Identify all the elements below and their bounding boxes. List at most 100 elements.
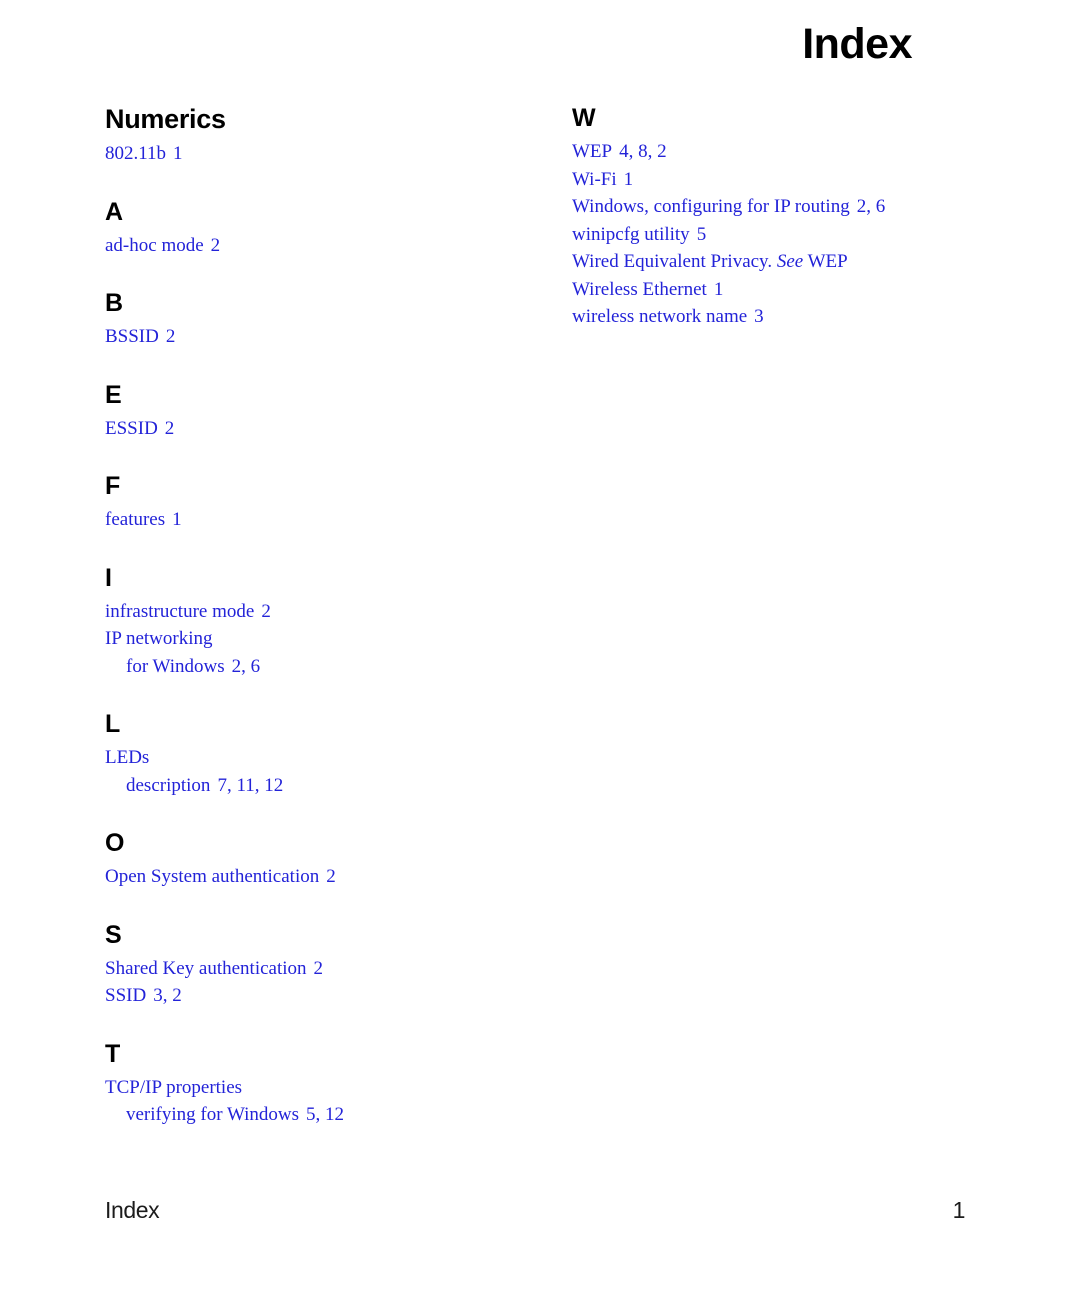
index-entry[interactable]: Windows, configuring for IP routing 2, 6 bbox=[572, 193, 992, 221]
index-entry-list: 802.11b 1 bbox=[105, 140, 525, 168]
index-entry[interactable]: infrastructure mode 2 bbox=[105, 598, 525, 626]
index-entry-list: Shared Key authentication 2 SSID 3, 2 bbox=[105, 955, 525, 1010]
index-entry[interactable]: LEDs bbox=[105, 744, 525, 772]
index-entry-locators[interactable]: 3 bbox=[754, 306, 764, 327]
index-section-o: O Open System authentication 2 bbox=[105, 829, 525, 891]
index-entry-list: WEP 4, 8, 2 Wi-Fi 1 Windows, configuring for… bbox=[572, 138, 992, 331]
index-entry[interactable]: Wireless Ethernet 1 bbox=[572, 276, 992, 304]
index-entry[interactable]: winipcfg utility 5 bbox=[572, 221, 992, 249]
index-entry-term: wireless network name bbox=[572, 306, 748, 327]
index-entry-locators[interactable]: 3, 2 bbox=[153, 985, 182, 1006]
index-section-t: T TCP/IP properties verifying for Windows 5… bbox=[105, 1040, 525, 1129]
index-subentry[interactable]: verifying for Windows 5, 12 bbox=[105, 1101, 525, 1129]
index-entry[interactable]: WEP 4, 8, 2 bbox=[572, 138, 992, 166]
index-column-left: Numerics 802.11b 1 Aad-hoc mode 2 B BSSID 2 E ESS… bbox=[105, 104, 525, 1129]
index-entry-list: infrastructure mode 2 IP networking for Win… bbox=[105, 598, 525, 681]
index-entry[interactable]: SSID 3, 2 bbox=[105, 982, 525, 1010]
index-entry-term: Wireless Ethernet bbox=[572, 278, 707, 300]
index-entry[interactable]: features 1 bbox=[105, 506, 525, 534]
section-heading: W bbox=[572, 104, 596, 132]
index-section-b: B BSSID 2 bbox=[105, 289, 525, 351]
index-entry-term: 802.11b bbox=[105, 143, 167, 165]
index-entry-term: winipcfg utility bbox=[572, 223, 690, 245]
index-entry-locators[interactable]: 2, 6 bbox=[232, 656, 261, 677]
footer-label: Index bbox=[105, 1197, 160, 1223]
section-heading: T bbox=[105, 1039, 120, 1068]
index-entry[interactable]: Wi-Fi 1 bbox=[572, 166, 992, 194]
index-entry-locators[interactable]: 2 bbox=[314, 958, 324, 979]
index-entry-term: ESSID bbox=[105, 417, 158, 439]
index-section-l: L LEDs description 7, 11, 12 bbox=[105, 710, 525, 799]
index-entry[interactable]: 802.11b 1 bbox=[105, 140, 525, 168]
section-heading: F bbox=[105, 472, 120, 501]
page-title: Index bbox=[802, 20, 912, 68]
index-section-s: S Shared Key authentication 2 SSID 3, 2 bbox=[105, 921, 525, 1010]
index-entry-locators[interactable]: 1 bbox=[173, 143, 183, 164]
index-entry[interactable]: TCP/IP properties bbox=[105, 1074, 525, 1102]
index-entry-list: Open System authentication 2 bbox=[105, 863, 525, 891]
index-entry-locators[interactable]: 1 bbox=[172, 509, 182, 530]
index-entry-locators[interactable]: 4, 8, 2 bbox=[619, 141, 667, 162]
index-entry-term: Shared Key authentication bbox=[105, 957, 307, 979]
index-entry[interactable]: ad-hoc mode 2 bbox=[105, 232, 525, 260]
index-subentry[interactable]: description 7, 11, 12 bbox=[105, 772, 525, 800]
index-entry[interactable]: Open System authentication 2 bbox=[105, 863, 525, 891]
index-entry-term: BSSID bbox=[105, 326, 159, 348]
index-entry-locators[interactable]: 2 bbox=[261, 601, 271, 622]
index-entry-locators[interactable]: 2 bbox=[326, 866, 336, 887]
index-entry-locators[interactable]: 1 bbox=[714, 279, 724, 300]
index-entry-list: ad-hoc mode 2 bbox=[105, 232, 525, 260]
section-heading: A bbox=[105, 197, 123, 226]
section-heading: Numerics bbox=[105, 104, 226, 134]
index-entry-locators[interactable]: 7, 11, 12 bbox=[217, 775, 283, 796]
index-entry-term: for Windows bbox=[126, 655, 225, 677]
index-entry[interactable]: wireless network name 3 bbox=[572, 303, 992, 331]
index-see-reference: See bbox=[776, 251, 804, 272]
section-heading: I bbox=[105, 563, 112, 592]
index-entry-list: ESSID 2 bbox=[105, 415, 525, 443]
index-entry-term: Windows, configuring for IP routing bbox=[572, 196, 850, 217]
index-entry[interactable]: IP networking bbox=[105, 625, 525, 653]
index-entry-term: features bbox=[105, 509, 166, 531]
index-section-e: E ESSID 2 bbox=[105, 381, 525, 443]
index-entry[interactable]: Wired Equivalent Privacy. See WEP bbox=[572, 248, 992, 276]
index-column-right: W WEP 4, 8, 2 Wi-Fi 1 Windows, configuring fo… bbox=[572, 104, 992, 331]
index-section-numerics: Numerics 802.11b 1 bbox=[105, 104, 525, 168]
index-subentry[interactable]: for Windows 2, 6 bbox=[105, 653, 525, 681]
index-entry-list: features 1 bbox=[105, 506, 525, 534]
index-entry-term: LEDs bbox=[105, 747, 150, 769]
index-entry-list: BSSID 2 bbox=[105, 323, 525, 351]
index-entry-term: verifying for Windows bbox=[126, 1104, 300, 1126]
index-entry[interactable]: ESSID 2 bbox=[105, 415, 525, 443]
index-entry-term: description bbox=[126, 774, 211, 796]
index-entry-locators[interactable]: 5 bbox=[697, 224, 707, 245]
index-entry-term: SSID bbox=[105, 985, 147, 1007]
section-heading: S bbox=[105, 920, 122, 949]
index-section-i: Iinfrastructure mode 2 IP networking for Wi… bbox=[105, 564, 525, 681]
index-entry-locators[interactable]: 2 bbox=[211, 235, 221, 256]
index-see-target[interactable]: WEP bbox=[808, 251, 848, 272]
section-heading: L bbox=[105, 710, 120, 739]
index-entry[interactable]: Shared Key authentication 2 bbox=[105, 955, 525, 983]
footer-page-number: 1 bbox=[952, 1197, 966, 1223]
index-entry-term: ad-hoc mode bbox=[105, 234, 204, 256]
index-entry-term: IP networking bbox=[105, 628, 213, 650]
index-body: Numerics 802.11b 1 Aad-hoc mode 2 B BSSID 2 E ESS… bbox=[105, 104, 985, 1125]
section-heading: O bbox=[105, 829, 125, 858]
index-entry-locators[interactable]: 2 bbox=[165, 418, 175, 439]
index-entry-term: Wired Equivalent Privacy. bbox=[572, 251, 773, 272]
index-entry-locators[interactable]: 5, 12 bbox=[306, 1104, 344, 1125]
index-entry-locators[interactable]: 2, 6 bbox=[857, 196, 886, 217]
section-heading: B bbox=[105, 289, 123, 318]
index-entry-list: TCP/IP properties verifying for Windows 5,… bbox=[105, 1074, 525, 1129]
index-section-a: Aad-hoc mode 2 bbox=[105, 198, 525, 260]
index-entry-term: infrastructure mode bbox=[105, 600, 255, 622]
index-entry-locators[interactable]: 1 bbox=[624, 169, 634, 190]
section-heading: E bbox=[105, 380, 122, 409]
index-entry-list: LEDs description 7, 11, 12 bbox=[105, 744, 525, 799]
index-entry-term: Open System authentication bbox=[105, 866, 320, 888]
index-entry[interactable]: BSSID 2 bbox=[105, 323, 525, 351]
index-entry-locators[interactable]: 2 bbox=[166, 326, 176, 347]
index-section-f: Ffeatures 1 bbox=[105, 472, 525, 534]
index-entry-term: WEP bbox=[572, 141, 613, 162]
